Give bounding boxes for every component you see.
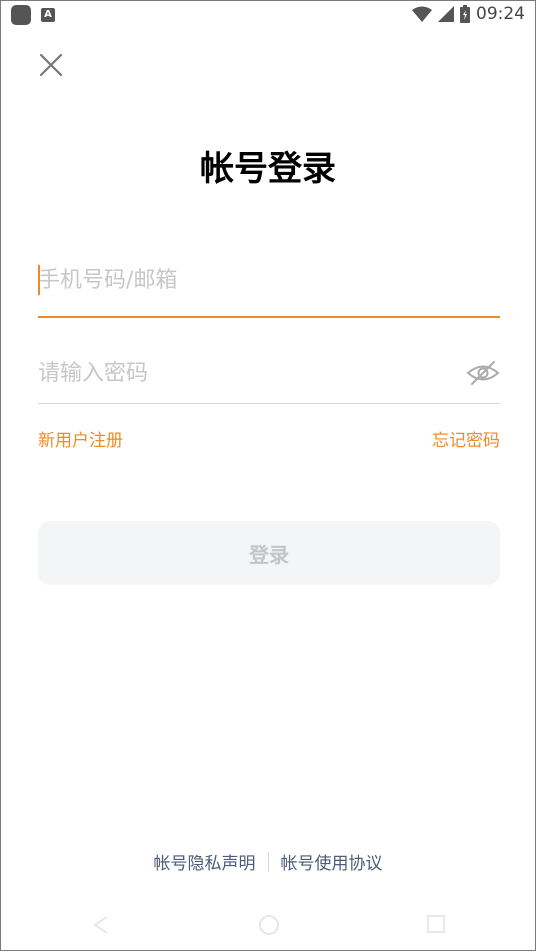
privacy-statement-link[interactable]: 帐号隐私声明 xyxy=(154,849,256,874)
user-agreement-link[interactable]: 帐号使用协议 xyxy=(281,849,383,874)
recent-apps-icon[interactable] xyxy=(427,915,445,933)
login-button[interactable]: 登录 xyxy=(38,521,500,585)
battery-icon xyxy=(460,5,470,23)
navigation-bar xyxy=(1,906,535,946)
page-title: 帐号登录 xyxy=(200,149,336,189)
a-notification-icon: A xyxy=(41,8,55,22)
password-visibility-toggle[interactable] xyxy=(466,359,500,387)
app-notification-icon xyxy=(11,5,31,25)
status-right: 09:24 xyxy=(412,4,525,24)
close-button[interactable] xyxy=(37,51,65,79)
register-link[interactable]: 新用户注册 xyxy=(38,426,123,451)
wifi-icon xyxy=(412,6,432,22)
status-left: A xyxy=(11,5,55,25)
password-field[interactable] xyxy=(38,349,500,404)
phone-email-input[interactable] xyxy=(38,256,458,304)
status-time: 09:24 xyxy=(476,4,525,24)
eye-off-icon xyxy=(466,361,500,385)
footer-links: 帐号隐私声明 帐号使用协议 xyxy=(1,849,535,874)
status-bar: A 09:24 xyxy=(1,1,535,29)
login-screen: A 09:24 帐号登录 手机号码/邮箱 新用户注册 忘记密码 登录 帐号隐私声… xyxy=(0,0,536,951)
forgot-password-link[interactable]: 忘记密码 xyxy=(432,426,500,451)
footer-divider xyxy=(267,851,269,872)
signal-icon xyxy=(438,6,454,22)
phone-email-field[interactable] xyxy=(38,256,500,318)
home-icon[interactable] xyxy=(258,914,280,936)
text-cursor xyxy=(38,265,40,295)
back-icon[interactable] xyxy=(91,914,113,936)
account-links: 新用户注册 忘记密码 xyxy=(38,426,500,451)
password-input[interactable] xyxy=(38,349,458,397)
close-icon xyxy=(39,53,63,77)
